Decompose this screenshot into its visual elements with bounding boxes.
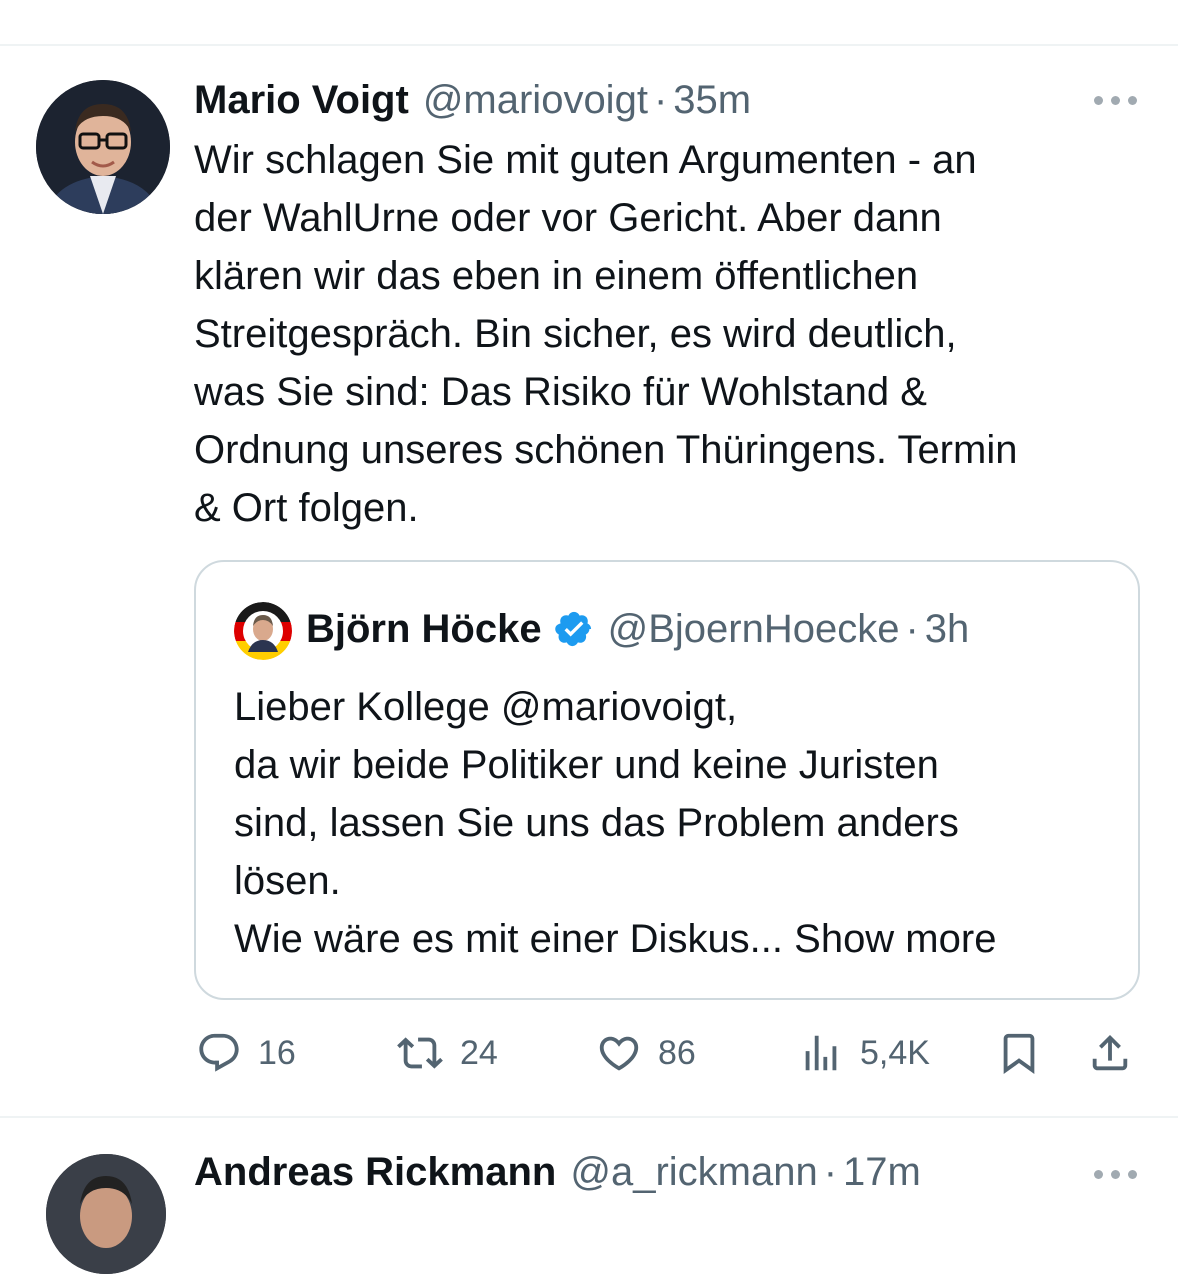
bookmark-icon: [1003, 1033, 1035, 1074]
tweet-text-line: Streitgespräch. Bin sicher, es wird deut…: [194, 312, 957, 356]
avatar[interactable]: [36, 80, 170, 214]
views-icon: [805, 1035, 837, 1071]
tweet-text-line: Wir schlagen Sie mit guten Argumenten - …: [194, 138, 977, 182]
author-handle[interactable]: @mariovoigt: [423, 78, 648, 123]
views-count: 5,4K: [860, 1033, 930, 1072]
quoted-text-line: da wir beide Politiker und keine Juriste…: [234, 743, 939, 787]
quoted-text-line: lösen.: [234, 859, 341, 903]
next-separator-dot: ·: [823, 1150, 838, 1194]
quoted-author-name[interactable]: Björn Höcke: [306, 607, 542, 652]
author-name[interactable]: Mario Voigt: [194, 78, 409, 123]
tweet-text-line: & Ort folgen.: [194, 486, 419, 530]
more-icon[interactable]: [1094, 90, 1140, 110]
tweet-text-line: was Sie sind: Das Risiko für Wohlstand &: [194, 370, 927, 414]
next-author-name[interactable]: Andreas Rickmann: [194, 1150, 556, 1195]
top-divider: [0, 44, 1178, 46]
next-author-handle[interactable]: @a_rickmann: [570, 1150, 817, 1195]
tweet-text-line: klären wir das eben in einem öffentliche…: [194, 254, 919, 298]
reply-icon: [199, 1033, 239, 1072]
tweet-text-line: der WahlUrne oder vor Gericht. Aber dann: [194, 196, 942, 240]
bookmark-button[interactable]: [996, 1028, 1042, 1078]
repost-count: 24: [460, 1033, 498, 1072]
separator-dot: ·: [653, 78, 668, 122]
tweet-header: Mario Voigt @mariovoigt · 35m: [194, 78, 751, 124]
like-button[interactable]: 86: [596, 1028, 696, 1078]
views-button[interactable]: 5,4K: [798, 1028, 930, 1078]
reply-button[interactable]: 16: [196, 1028, 296, 1078]
tweet-time[interactable]: 35m: [673, 78, 751, 123]
next-tweet-header: Andreas Rickmann @a_rickmann · 17m: [194, 1150, 921, 1195]
quoted-author-handle[interactable]: @BjoernHoecke: [608, 607, 900, 652]
share-button[interactable]: [1086, 1028, 1134, 1078]
repost-button[interactable]: 24: [396, 1028, 498, 1078]
top-cut-icon: [1002, 0, 1046, 8]
like-count: 86: [658, 1033, 696, 1072]
quoted-text-line: sind, lassen Sie uns das Problem anders: [234, 801, 959, 845]
quoted-text-line: Wie wäre es mit einer Diskus... Show mor…: [234, 917, 997, 961]
quoted-separator-dot: ·: [905, 606, 919, 651]
verified-badge-icon: [554, 611, 591, 647]
next-tweet-time[interactable]: 17m: [843, 1150, 921, 1195]
like-icon: [599, 1036, 639, 1071]
quoted-text: Lieber Kollege @mariovoigt, da wir beide…: [234, 678, 1114, 968]
tweet-text: Wir schlagen Sie mit guten Argumenten - …: [194, 131, 1144, 537]
quoted-tweet[interactable]: Björn Höcke @BjoernHoecke · 3h Lieber Ko…: [194, 560, 1140, 1000]
repost-icon: [397, 1037, 443, 1069]
quoted-avatar[interactable]: [234, 602, 292, 660]
quoted-text-line: Lieber Kollege @mariovoigt,: [234, 685, 738, 729]
tweet-divider: [0, 1116, 1178, 1118]
next-avatar[interactable]: [46, 1154, 166, 1274]
quoted-header: Björn Höcke @BjoernHoecke · 3h: [306, 604, 969, 654]
next-more-icon[interactable]: [1094, 1164, 1140, 1184]
tweet-text-line: Ordnung unseres schönen Thüringens. Term…: [194, 428, 1018, 472]
share-icon: [1092, 1034, 1128, 1071]
quoted-time[interactable]: 3h: [925, 607, 970, 652]
reply-count: 16: [258, 1033, 296, 1072]
